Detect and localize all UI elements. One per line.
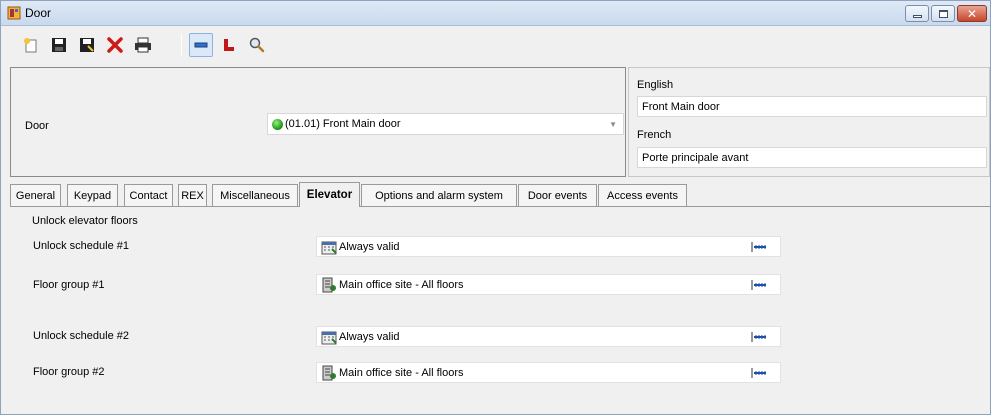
maximize-button[interactable]	[931, 5, 955, 22]
close-button[interactable]: ✕	[957, 5, 987, 22]
toolbar-separator	[181, 34, 182, 56]
select-list-icon[interactable]	[751, 332, 767, 342]
chevron-down-icon: ▼	[609, 120, 617, 129]
elevator-tab-panel: Unlock elevator floors Unlock schedule #…	[10, 206, 990, 414]
maximize-icon	[938, 9, 948, 18]
tab-access-events[interactable]: Access events	[598, 184, 687, 206]
search-icon	[249, 37, 265, 53]
schedule-icon	[321, 331, 337, 344]
save-as-icon	[80, 38, 94, 52]
window-title: Door	[25, 6, 52, 20]
french-label: French	[637, 129, 672, 141]
door-view-icon	[194, 42, 208, 48]
english-label: English	[637, 79, 674, 91]
print-button[interactable]	[131, 33, 155, 57]
unlock-schedule-1-value: Always valid	[339, 240, 400, 253]
unlock-schedule-1-label: Unlock schedule #1	[33, 240, 130, 252]
tab-miscellaneous[interactable]: Miscellaneous	[212, 184, 298, 206]
select-list-icon[interactable]	[751, 280, 767, 290]
tab-keypad[interactable]: Keypad	[67, 184, 118, 206]
french-name-field[interactable]: Porte principale avant	[637, 147, 987, 168]
unlock-schedule-1-field[interactable]: Always valid	[316, 236, 781, 257]
door-status-icon	[272, 118, 283, 130]
door-name-panel: English Front Main door French Porte pri…	[628, 67, 990, 177]
save-as-button[interactable]	[75, 33, 99, 57]
door-view-button[interactable]	[189, 33, 213, 57]
floor-group-2-field[interactable]: Main office site - All floors	[316, 362, 781, 383]
save-button[interactable]	[47, 33, 71, 57]
save-icon	[52, 38, 66, 52]
floor-group-icon	[322, 277, 336, 292]
floor-group-1-field[interactable]: Main office site - All floors	[316, 274, 781, 295]
unlock-schedule-2-value: Always valid	[339, 330, 400, 343]
schedule-icon	[321, 241, 337, 254]
delete-icon	[107, 37, 123, 53]
tab-contact[interactable]: Contact	[124, 184, 173, 206]
tab-door-events[interactable]: Door events	[518, 184, 597, 206]
link-button[interactable]	[217, 33, 241, 57]
unlock-schedule-2-field[interactable]: Always valid	[316, 326, 781, 347]
new-icon	[24, 38, 37, 53]
minimize-icon	[912, 15, 922, 18]
floor-group-2-label: Floor group #2	[33, 366, 105, 378]
select-list-icon[interactable]	[751, 368, 767, 378]
door-combobox[interactable]: (01.01) Front Main door ▼	[267, 113, 624, 135]
door-label: Door	[25, 120, 49, 132]
floor-group-icon	[322, 365, 336, 380]
door-selector-panel: Door (01.01) Front Main door ▼	[10, 67, 626, 177]
toolbar	[1, 26, 990, 66]
search-button[interactable]	[245, 33, 269, 57]
select-list-icon[interactable]	[751, 242, 767, 252]
floor-group-2-value: Main office site - All floors	[339, 366, 464, 379]
tab-options-and-alarm-system[interactable]: Options and alarm system	[361, 184, 517, 206]
title-bar: Door ✕	[1, 1, 990, 26]
print-icon	[135, 37, 151, 53]
unlock-schedule-2-label: Unlock schedule #2	[33, 330, 130, 342]
floor-group-1-label: Floor group #1	[33, 279, 105, 291]
delete-button[interactable]	[103, 33, 127, 57]
floor-group-1-value: Main office site - All floors	[339, 278, 464, 291]
section-title: Unlock elevator floors	[32, 215, 138, 227]
close-icon: ✕	[966, 6, 978, 21]
door-app-icon	[7, 6, 21, 20]
tab-elevator[interactable]: Elevator	[299, 182, 360, 207]
tab-rex[interactable]: REX	[178, 184, 207, 206]
door-combobox-value: (01.01) Front Main door	[285, 118, 401, 130]
english-name-field[interactable]: Front Main door	[637, 96, 987, 117]
new-button[interactable]	[19, 33, 43, 57]
door-window: Door ✕ Door (01.01) Front Main door ▼ En…	[0, 0, 991, 415]
tab-general[interactable]: General	[10, 184, 61, 206]
minimize-button[interactable]	[905, 5, 929, 22]
link-icon	[224, 39, 234, 51]
